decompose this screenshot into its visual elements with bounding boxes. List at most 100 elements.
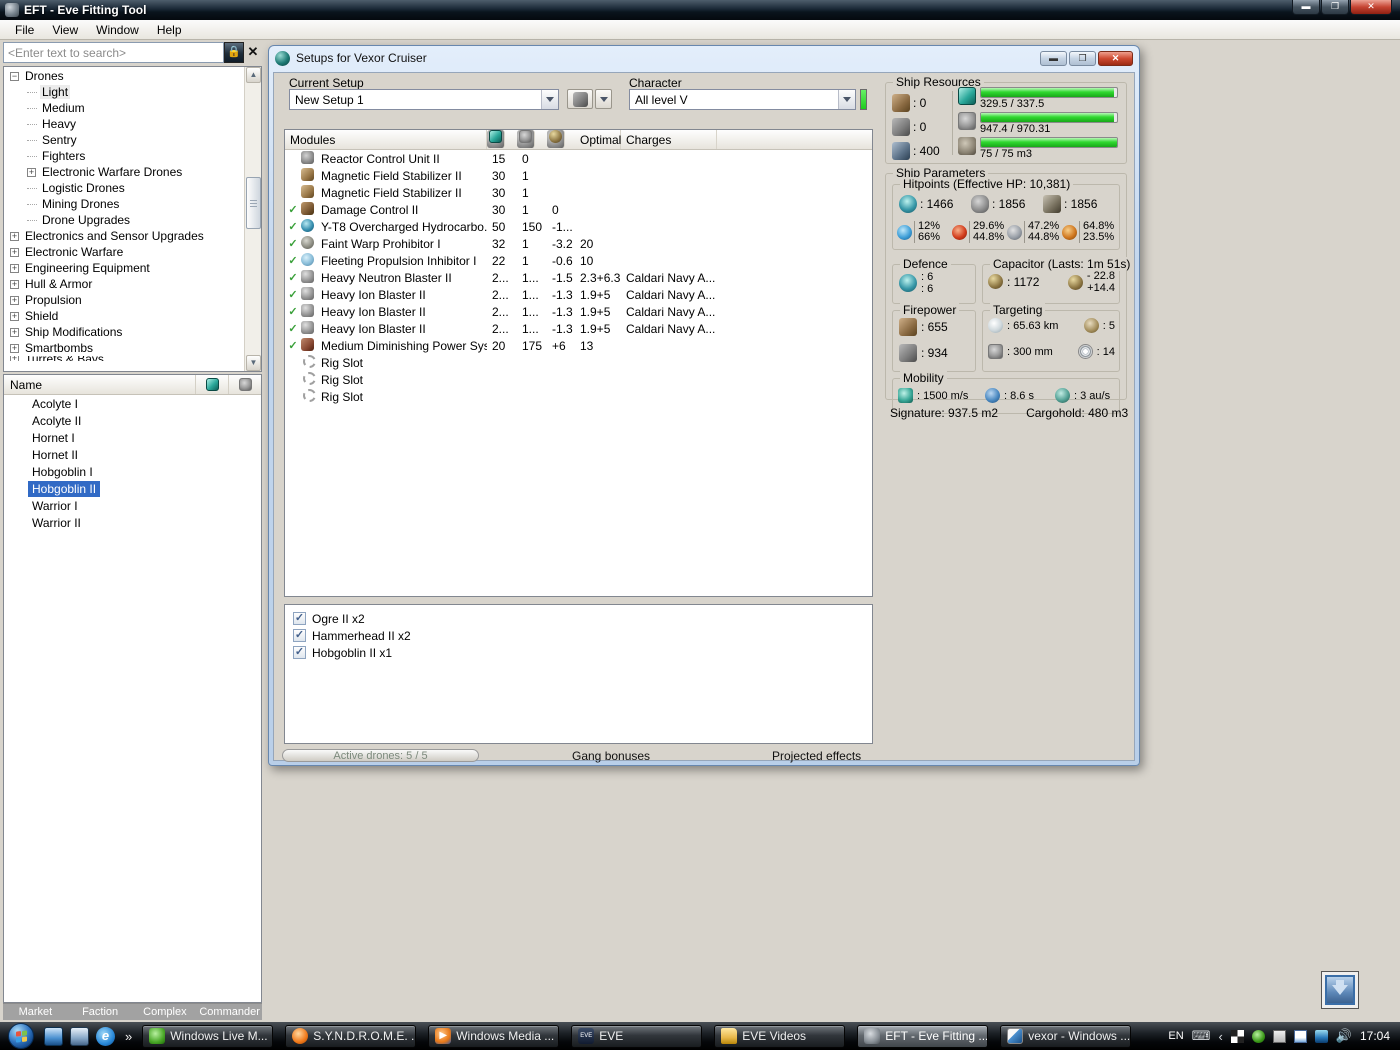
tree-expander-icon[interactable]: + — [10, 311, 19, 321]
menu-window[interactable]: Window — [87, 21, 148, 39]
module-row[interactable]: ✓ Damage Control II 30 1 0 — [285, 201, 872, 218]
module-row[interactable]: ✓ Heavy Ion Blaster II 2... 1... -1.3 1.9+5 Ca… — [285, 320, 872, 337]
drone-row-hobgoblin-ii-x1[interactable]: ✓ Hobgoblin II x1 — [293, 644, 864, 661]
list-item-acolyte-i[interactable]: Acolyte I — [4, 395, 261, 412]
tree-expander-icon[interactable]: − — [10, 71, 19, 81]
tree-item-heavy[interactable]: Heavy — [4, 116, 243, 132]
tree-expander-icon[interactable]: + — [10, 279, 19, 289]
tree-item-drones[interactable]: − Drones — [4, 68, 243, 84]
internet-explorer-icon[interactable]: e — [96, 1026, 115, 1046]
start-button[interactable] — [8, 1023, 34, 1049]
module-row[interactable]: Magnetic Field Stabilizer II 30 1 — [285, 184, 872, 201]
scroll-up-icon[interactable]: ▲ — [246, 67, 261, 83]
sidebar-tab-faction[interactable]: Faction — [68, 1004, 133, 1020]
module-row[interactable]: ✓ Heavy Neutron Blaster II 2... 1... -1.5 2.3… — [285, 269, 872, 286]
lock-button[interactable]: 🔒 — [224, 42, 244, 63]
taskbar-button-windows-media[interactable]: ▶ Windows Media ... — [428, 1024, 560, 1048]
minimize-to-tray-button[interactable] — [1321, 971, 1359, 1009]
tree-item-mining-drones[interactable]: Mining Drones — [4, 196, 243, 212]
document-tray-icon[interactable] — [1293, 1029, 1307, 1043]
setups-titlebar[interactable]: Setups for Vexor Cruiser ▬ ❒ ✕ — [269, 46, 1139, 70]
module-row-rig-slot[interactable]: Rig Slot — [285, 354, 872, 371]
ship-menu-dropdown-button[interactable] — [595, 89, 612, 109]
tree-expander-icon[interactable]: + — [10, 295, 19, 305]
list-item-hornet-i[interactable]: Hornet I — [4, 429, 261, 446]
list-item-hornet-ii[interactable]: Hornet II — [4, 446, 261, 463]
module-row[interactable]: ✓ Fleeting Propulsion Inhibitor I 22 1 -0.6 1… — [285, 252, 872, 269]
sidebar-tab-market[interactable]: Market — [3, 1004, 68, 1020]
module-row[interactable]: ✓ Medium Diminishing Power Sys... 20 175 +6 1… — [285, 337, 872, 354]
active-drones-bar[interactable]: Active drones: 5 / 5 — [282, 749, 479, 762]
module-row-rig-slot[interactable]: Rig Slot — [285, 388, 872, 405]
network-icon[interactable] — [1314, 1029, 1328, 1043]
tree-expander-icon[interactable]: + — [10, 263, 19, 273]
search-input[interactable] — [3, 42, 224, 63]
taskbar-button-eft-eve-fitting[interactable]: EFT - Eve Fitting ... — [857, 1024, 989, 1048]
messenger-status-icon[interactable] — [1251, 1029, 1265, 1043]
taskbar-button-eve-videos[interactable]: EVE Videos — [714, 1024, 846, 1048]
tree-item-turrets-bays[interactable]: + Turrets & Bays — [4, 356, 243, 361]
optimal-column-header[interactable]: Optimal — [575, 130, 621, 149]
restore-button[interactable]: ❐ — [1321, 0, 1349, 15]
tree-item-ship-modifications[interactable]: + Ship Modifications — [4, 324, 243, 340]
tree-item-electronics-and-sensor-upgrades[interactable]: + Electronics and Sensor Upgrades — [4, 228, 243, 244]
switch-windows-icon[interactable] — [70, 1026, 89, 1046]
checkbox-checked-icon[interactable]: ✓ — [293, 646, 306, 659]
tree-item-fighters[interactable]: Fighters — [4, 148, 243, 164]
scrollbar-thumb[interactable] — [246, 177, 261, 229]
list-item-hobgoblin-i[interactable]: Hobgoblin I — [4, 463, 261, 480]
projected-effects-label[interactable]: Projected effects — [772, 749, 861, 763]
tree-item-hull-armor[interactable]: + Hull & Armor — [4, 276, 243, 292]
modules-column-header[interactable]: Modules — [285, 130, 487, 149]
tree-item-drone-upgrades[interactable]: Drone Upgrades — [4, 212, 243, 228]
current-setup-combo[interactable]: New Setup 1 — [289, 89, 559, 110]
clear-search-button[interactable]: ✕ — [244, 42, 262, 63]
tree-item-logistic-drones[interactable]: Logistic Drones — [4, 180, 243, 196]
gang-bonuses-label[interactable]: Gang bonuses — [572, 749, 650, 763]
sidebar-tab-complex[interactable]: Complex — [133, 1004, 198, 1020]
combo-dropdown-icon[interactable] — [838, 90, 855, 109]
menu-file[interactable]: File — [6, 21, 43, 39]
close-button[interactable]: ✕ — [1350, 0, 1392, 15]
chevron-collapse-icon[interactable]: ‹ — [1218, 1029, 1222, 1044]
module-row[interactable]: ✓ Heavy Ion Blaster II 2... 1... -1.3 1.9+5 Ca… — [285, 303, 872, 320]
module-row-rig-slot[interactable]: Rig Slot — [285, 371, 872, 388]
scroll-down-icon[interactable]: ▼ — [246, 355, 261, 371]
module-row[interactable]: Reactor Control Unit II 15 0 — [285, 150, 872, 167]
drone-row-hammerhead-ii-x2[interactable]: ✓ Hammerhead II x2 — [293, 627, 864, 644]
tray-app-icon[interactable] — [1230, 1029, 1244, 1043]
language-indicator[interactable]: EN — [1168, 1030, 1183, 1042]
tree-expander-icon[interactable]: + — [27, 167, 36, 177]
main-titlebar[interactable]: EFT - Eve Fitting Tool ▬ ❐ ✕ — [0, 0, 1400, 20]
taskbar-button-vexor-windows[interactable]: vexor - Windows ... — [1000, 1024, 1132, 1048]
taskbar-button-s-y-n-d-r-o-m-e[interactable]: S.Y.N.D.R.O.M.E. ... — [285, 1024, 417, 1048]
tree-item-propulsion[interactable]: + Propulsion — [4, 292, 243, 308]
tree-expander-icon[interactable]: + — [10, 356, 19, 361]
tree-item-electronic-warfare-drones[interactable]: + Electronic Warfare Drones — [4, 164, 243, 180]
tree-expander-icon[interactable]: + — [10, 247, 19, 257]
tree-item-medium[interactable]: Medium — [4, 100, 243, 116]
ship-browser-button[interactable] — [567, 89, 593, 109]
tree-expander-icon[interactable]: + — [10, 327, 19, 337]
list-item-warrior-ii[interactable]: Warrior II — [4, 514, 261, 531]
clock[interactable]: 17:04 — [1360, 1029, 1390, 1043]
tree-expander-icon[interactable]: + — [10, 231, 19, 241]
tree-item-light[interactable]: Light — [4, 84, 243, 100]
setups-minimize-button[interactable]: ▬ — [1040, 50, 1067, 66]
tree-item-engineering-equipment[interactable]: + Engineering Equipment — [4, 260, 243, 276]
tree-item-electronic-warfare[interactable]: + Electronic Warfare — [4, 244, 243, 260]
taskbar-button-eve[interactable]: EVE EVE — [571, 1024, 703, 1048]
module-row[interactable]: ✓ Y-T8 Overcharged Hydrocarbo... 50 150 -1..… — [285, 218, 872, 235]
list-item-hobgoblin-ii[interactable]: Hobgoblin II — [4, 480, 261, 497]
tree-scrollbar[interactable]: ▲ ▼ — [244, 67, 261, 371]
show-desktop-icon[interactable] — [44, 1026, 63, 1046]
keyboard-icon[interactable]: ⌨ — [1192, 1028, 1211, 1044]
setups-close-button[interactable]: ✕ — [1098, 50, 1133, 66]
volume-icon[interactable]: 🔊 — [1336, 1028, 1352, 1044]
list-item-acolyte-ii[interactable]: Acolyte II — [4, 412, 261, 429]
tree-item-shield[interactable]: + Shield — [4, 308, 243, 324]
setups-maximize-button[interactable]: ❒ — [1069, 50, 1096, 66]
sidebar-tab-commander[interactable]: Commander — [197, 1004, 262, 1020]
list-item-warrior-i[interactable]: Warrior I — [4, 497, 261, 514]
chevron-more-icon[interactable]: » — [125, 1029, 132, 1044]
